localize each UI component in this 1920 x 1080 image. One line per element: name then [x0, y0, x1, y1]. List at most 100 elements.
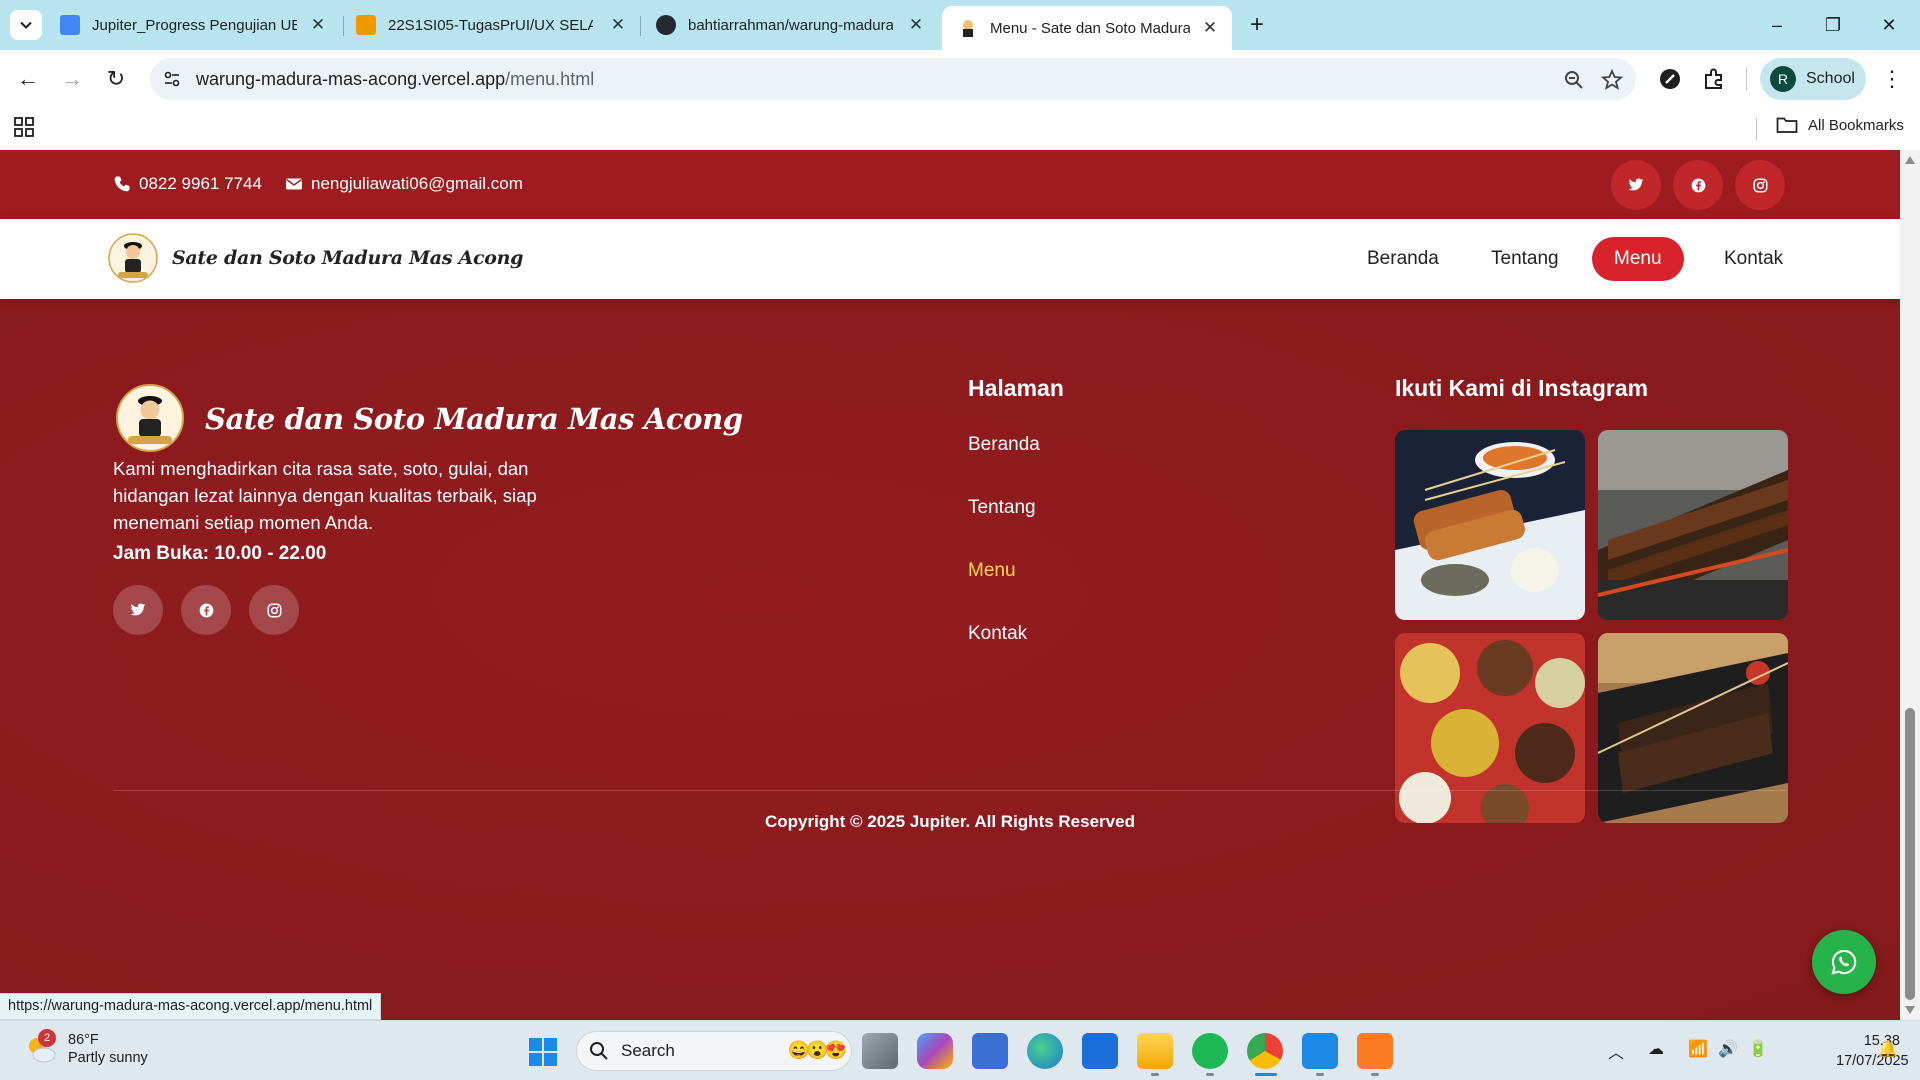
copyright-text: Copyright © 2025 Jupiter. All Rights Res…	[765, 812, 1135, 831]
close-window-button[interactable]: ✕	[1866, 8, 1912, 42]
contact-topbar: 0822 9961 7744 nengjuliawati06@gmail.com	[0, 150, 1900, 219]
browser-tab[interactable]: bahtiarrahman/warung-madura ✕	[640, 6, 938, 44]
xampp-icon[interactable]	[1357, 1033, 1393, 1069]
phone-contact[interactable]: 0822 9961 7744	[113, 174, 262, 194]
scroll-down-arrow-icon[interactable]	[1905, 1006, 1915, 1014]
close-tab-icon[interactable]: ✕	[908, 15, 924, 35]
whatsapp-icon	[1831, 949, 1857, 975]
github-icon	[656, 15, 676, 35]
minimize-button[interactable]: –	[1754, 8, 1800, 42]
notifications-bell-icon[interactable]: 🔔	[1878, 1039, 1898, 1059]
page-scrollbar[interactable]	[1900, 150, 1920, 1020]
instagram-photo-soto-bowls[interactable]	[1395, 633, 1585, 823]
wifi-icon[interactable]: 📶	[1688, 1039, 1708, 1059]
chevron-down-icon	[20, 21, 32, 29]
extensions-puzzle-icon[interactable]	[1700, 65, 1728, 93]
footer-link-kontak[interactable]: Kontak	[968, 623, 1027, 645]
facebook-top-button[interactable]	[1673, 160, 1723, 210]
tab-title: Menu - Sate dan Soto Madura Mas Acong	[990, 19, 1190, 37]
close-tab-icon[interactable]: ✕	[310, 15, 326, 35]
footer-link-tentang[interactable]: Tentang	[968, 497, 1036, 519]
scroll-up-arrow-icon[interactable]	[1905, 156, 1915, 164]
partly-sunny-icon: 2	[24, 1029, 58, 1066]
nav-link-tentang[interactable]: Tentang	[1469, 237, 1581, 281]
apps-grid-icon[interactable]	[14, 117, 34, 137]
cloud-status-icon[interactable]: ☁	[1648, 1039, 1664, 1059]
footer-brand-name: Sate dan Soto Madura Mas Acong	[205, 402, 743, 436]
facebook-footer-button[interactable]	[181, 585, 231, 635]
twitter-icon	[130, 603, 146, 616]
app-icon[interactable]	[1082, 1033, 1118, 1069]
browser-tab[interactable]: Jupiter_Progress Pengujian UEQ ✕	[44, 6, 340, 44]
zoom-icon[interactable]	[1562, 68, 1586, 92]
edge-icon[interactable]	[1027, 1033, 1063, 1069]
all-bookmarks-label: All Bookmarks	[1808, 116, 1904, 134]
browser-tab[interactable]: 22S1SI05-TugasPrUI/UX SELASA ✕	[340, 6, 640, 44]
twitter-footer-button[interactable]	[113, 585, 163, 635]
browser-tab-active[interactable]: Menu - Sate dan Soto Madura Mas Acong ✕	[942, 6, 1232, 50]
instagram-top-button[interactable]	[1735, 160, 1785, 210]
site-favicon-icon	[958, 18, 978, 38]
toolbar-divider	[1746, 68, 1747, 90]
restore-button[interactable]: ❐	[1810, 8, 1856, 42]
scrollbar-thumb[interactable]	[1905, 708, 1915, 1000]
nav-link-kontak[interactable]: Kontak	[1702, 237, 1805, 281]
footer-link-menu[interactable]: Menu	[968, 560, 1016, 582]
reload-button[interactable]: ↻	[100, 63, 132, 95]
instagram-photo-sate-kambing[interactable]	[1598, 633, 1788, 823]
task-view-icon[interactable]	[862, 1033, 898, 1069]
footer-link-beranda[interactable]: Beranda	[968, 434, 1040, 456]
twitter-icon	[1628, 178, 1644, 191]
twitter-top-button[interactable]	[1611, 160, 1661, 210]
avatar: R	[1770, 66, 1796, 92]
battery-icon[interactable]: 🔋	[1748, 1039, 1768, 1059]
instagram-footer-button[interactable]	[249, 585, 299, 635]
phone-icon	[114, 176, 130, 192]
bookmark-star-icon[interactable]	[1600, 68, 1624, 92]
nav-link-beranda[interactable]: Beranda	[1345, 237, 1461, 281]
new-tab-button[interactable]: +	[1243, 12, 1271, 40]
profile-button[interactable]: R School	[1760, 58, 1866, 100]
browser-toolbar: ← → ↻ warung-madura-mas-acong.vercel.app…	[0, 50, 1920, 108]
brand-name[interactable]: Sate dan Soto Madura Mas Acong	[172, 247, 523, 269]
volume-icon[interactable]: 🔊	[1718, 1039, 1738, 1059]
file-explorer-icon[interactable]	[1137, 1033, 1173, 1069]
back-button[interactable]: ←	[12, 63, 44, 95]
instagram-photo-grill[interactable]	[1598, 430, 1788, 620]
brand-logo[interactable]	[108, 233, 158, 283]
facebook-icon	[1691, 178, 1705, 192]
weather-widget[interactable]: 2 86°F Partly sunny	[24, 1029, 148, 1067]
whatsapp-button[interactable]	[1812, 930, 1876, 994]
vscode-icon[interactable]	[1302, 1033, 1338, 1069]
running-indicator	[1151, 1073, 1159, 1076]
docs-icon	[60, 15, 80, 35]
instagram-photo-sate-plate[interactable]	[1395, 430, 1585, 620]
forward-button[interactable]: →	[56, 63, 88, 95]
nav-link-menu[interactable]: Menu	[1592, 237, 1684, 281]
running-indicator	[1316, 1073, 1324, 1076]
all-bookmarks-button[interactable]: All Bookmarks	[1776, 116, 1904, 134]
weather-condition: Partly sunny	[68, 1050, 148, 1066]
footer-logo[interactable]	[116, 384, 184, 452]
facebook-icon	[199, 603, 213, 617]
taskbar-search[interactable]: Search 😄😮😍	[576, 1031, 852, 1071]
windows-start-icon[interactable]	[528, 1037, 558, 1067]
extension-icon[interactable]	[1656, 65, 1684, 93]
spotify-icon[interactable]	[1192, 1033, 1228, 1069]
close-tab-icon[interactable]: ✕	[1202, 18, 1218, 38]
chrome-icon[interactable]	[1247, 1033, 1283, 1069]
search-label: Search	[621, 1041, 675, 1060]
slides-icon	[356, 15, 376, 35]
microsoft-store-icon[interactable]	[972, 1033, 1008, 1069]
phone-number: 0822 9961 7744	[139, 174, 262, 193]
tab-search-button[interactable]	[10, 10, 42, 40]
email-contact[interactable]: nengjuliawati06@gmail.com	[285, 174, 523, 194]
running-indicator	[1206, 1073, 1214, 1076]
tray-overflow-chevron-icon[interactable]: ︿	[1608, 1039, 1624, 1063]
browser-menu-button[interactable]: ⋮	[1876, 63, 1908, 95]
close-tab-icon[interactable]: ✕	[610, 15, 626, 35]
url-path: /menu.html	[505, 69, 595, 89]
copilot-icon[interactable]	[917, 1033, 953, 1069]
site-info-icon[interactable]	[162, 69, 182, 89]
address-bar[interactable]: warung-madura-mas-acong.vercel.app/menu.…	[150, 58, 1636, 100]
